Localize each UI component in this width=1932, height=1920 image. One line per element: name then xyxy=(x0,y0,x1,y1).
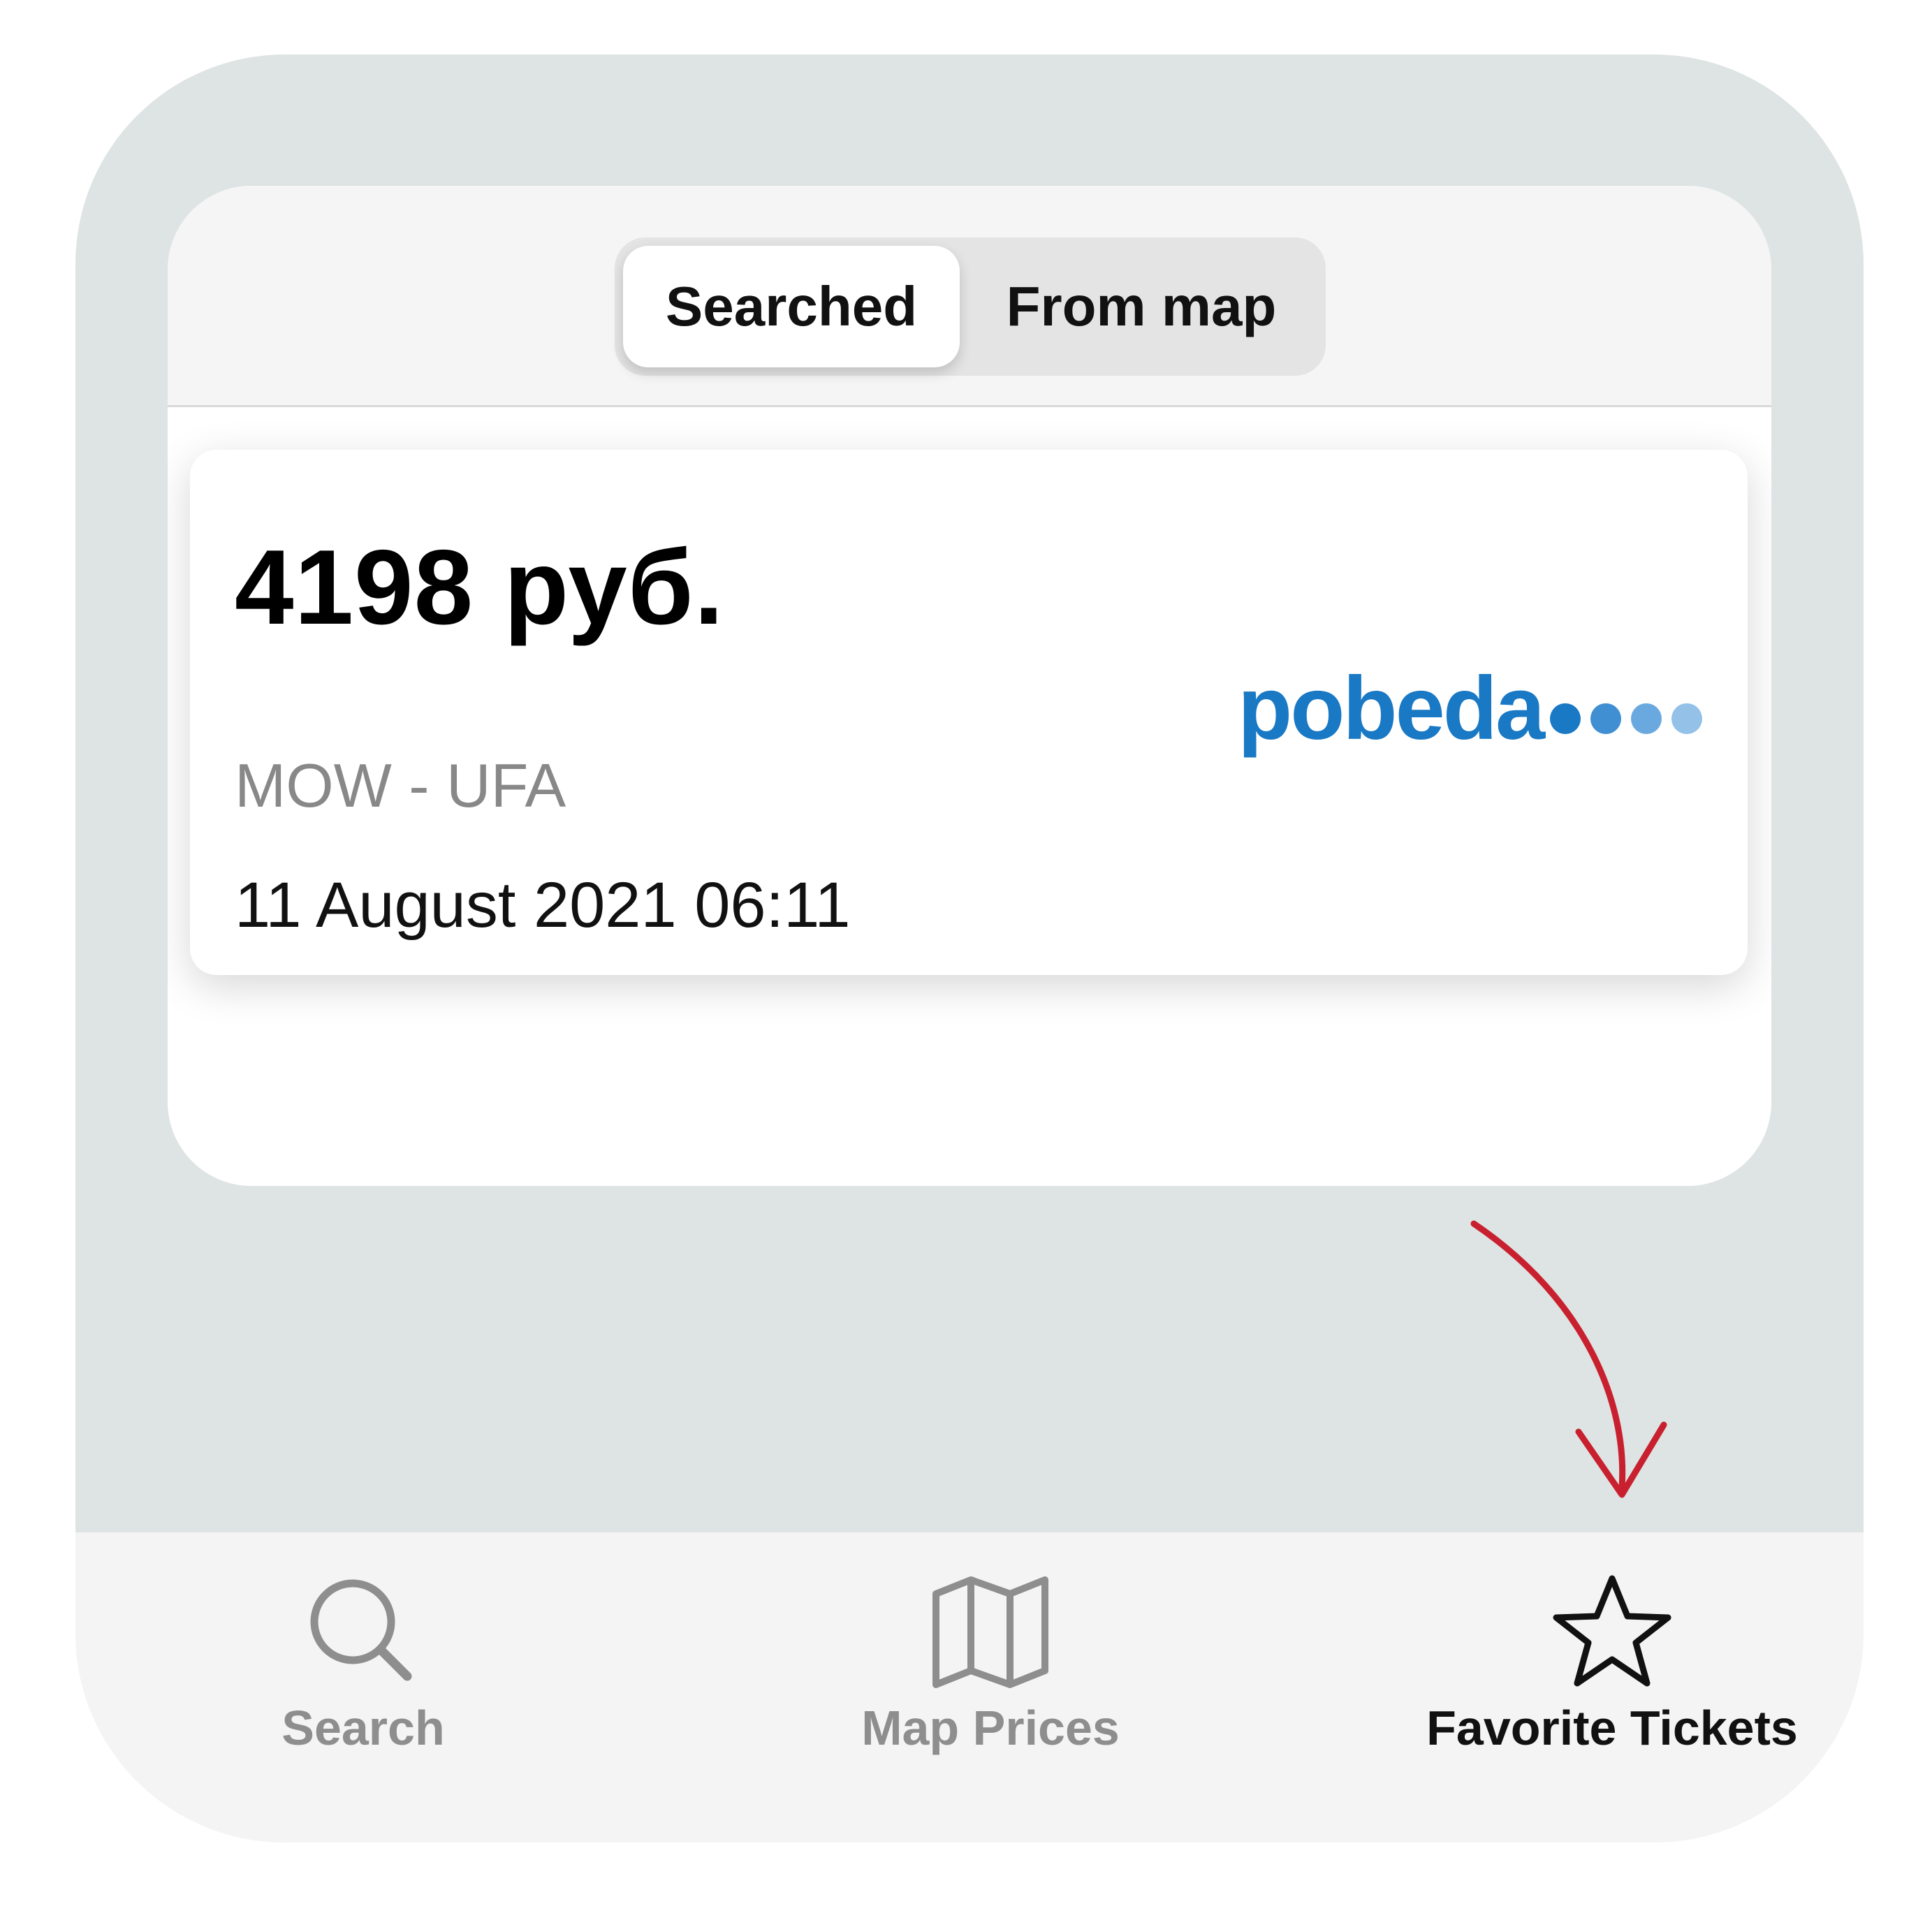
airline-logo-dots xyxy=(1550,703,1712,734)
tab-search[interactable]: Search xyxy=(119,1532,608,1842)
tab-favorite-tickets-label: Favorite Tickets xyxy=(1426,1701,1798,1755)
ticket-card[interactable]: 4198 руб. MOW - UFA 11 August 2021 06:11… xyxy=(190,450,1748,975)
ticket-price: 4198 руб. xyxy=(235,528,724,647)
segment-searched[interactable]: Searched xyxy=(623,246,960,367)
airline-logo: pobeda xyxy=(1238,652,1703,764)
tab-bar: Search Map Prices Favorite Tickets xyxy=(75,1532,1864,1842)
tab-search-label: Search xyxy=(281,1701,445,1755)
panel-header: Searched From map xyxy=(168,186,1771,407)
tab-map-prices[interactable]: Map Prices xyxy=(746,1532,1235,1842)
map-icon xyxy=(932,1576,1048,1688)
app-screen: Searched From map 4198 руб. MOW - UFA 11… xyxy=(75,54,1864,1842)
segment-from-map[interactable]: From map xyxy=(967,246,1316,367)
airline-logo-text: pobeda xyxy=(1238,658,1545,759)
ticket-route: MOW - UFA xyxy=(235,751,566,820)
favorites-panel: Searched From map 4198 руб. MOW - UFA 11… xyxy=(168,186,1771,1186)
search-icon xyxy=(310,1579,412,1681)
tab-map-prices-label: Map Prices xyxy=(861,1701,1120,1755)
tab-favorite-tickets[interactable]: Favorite Tickets xyxy=(1368,1532,1857,1842)
ticket-datetime: 11 August 2021 06:11 xyxy=(235,870,851,941)
segmented-control: Searched From map xyxy=(615,237,1326,376)
star-icon xyxy=(1553,1575,1671,1687)
